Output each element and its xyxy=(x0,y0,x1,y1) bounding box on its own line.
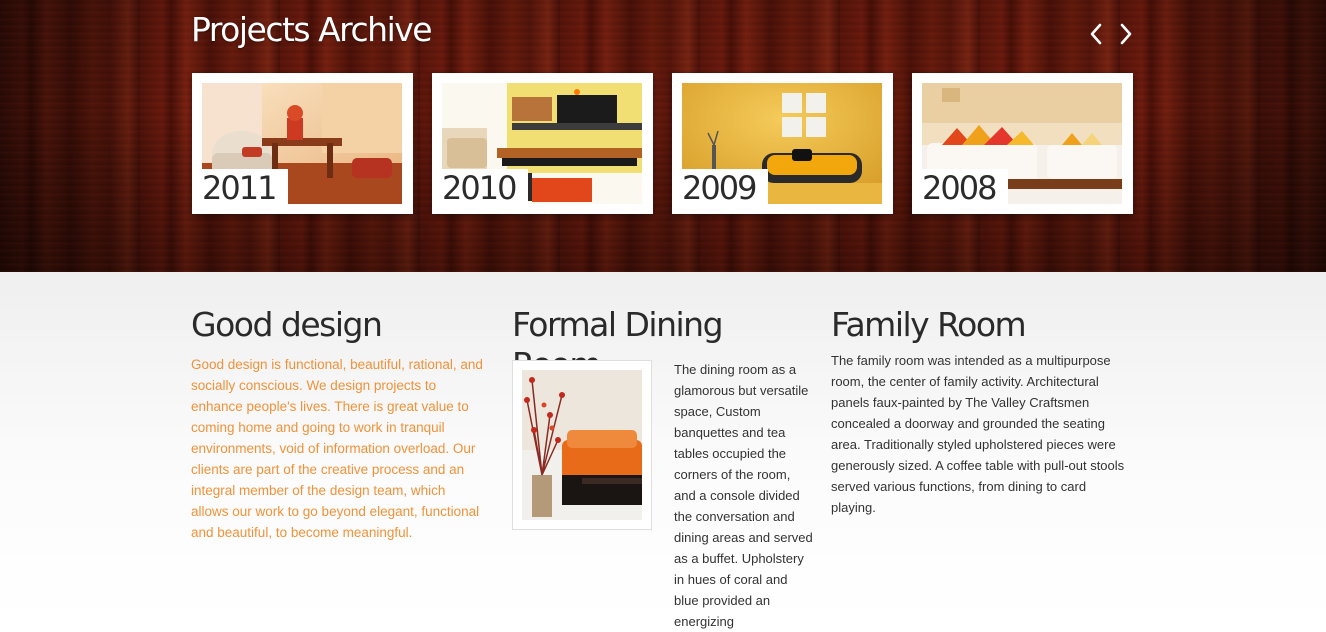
project-year: 2010 xyxy=(442,169,529,207)
project-thumb-2009[interactable]: 2009 xyxy=(672,73,893,214)
page-title: Projects Archive xyxy=(191,10,433,49)
chevron-right-icon xyxy=(1120,23,1132,45)
good-design-text: Good design is functional, beautiful, ra… xyxy=(191,357,483,540)
project-thumb-2011[interactable]: 2011 xyxy=(192,73,413,214)
formal-dining-text: The dining room as a glamorous but versa… xyxy=(674,362,813,629)
family-room-text: The family room was intended as a multip… xyxy=(831,353,1125,515)
family-room-column: Family Room The family room was intended… xyxy=(831,305,1131,518)
family-room-heading: Family Room xyxy=(831,305,1027,344)
project-year: 2008 xyxy=(922,169,1009,207)
formal-dining-photo xyxy=(522,370,642,520)
formal-dining-column: Formal Dining Room The xyxy=(512,305,813,629)
next-button[interactable] xyxy=(1114,20,1138,48)
project-thumb-2008[interactable]: 2008 xyxy=(912,73,1133,214)
projects-archive-banner: Projects Archive 2011 2010 2009 2008 xyxy=(0,0,1326,272)
project-thumb-2010[interactable]: 2010 xyxy=(432,73,653,214)
prev-button[interactable] xyxy=(1084,20,1108,48)
chevron-left-icon xyxy=(1090,23,1102,45)
project-year: 2011 xyxy=(202,169,289,207)
formal-dining-image-frame[interactable] xyxy=(512,360,652,530)
good-design-heading: Good design xyxy=(191,305,383,344)
good-design-column: Good design Good design is functional, b… xyxy=(191,305,486,543)
project-year: 2009 xyxy=(682,169,769,207)
content-section: Good design Good design is functional, b… xyxy=(0,272,1326,629)
